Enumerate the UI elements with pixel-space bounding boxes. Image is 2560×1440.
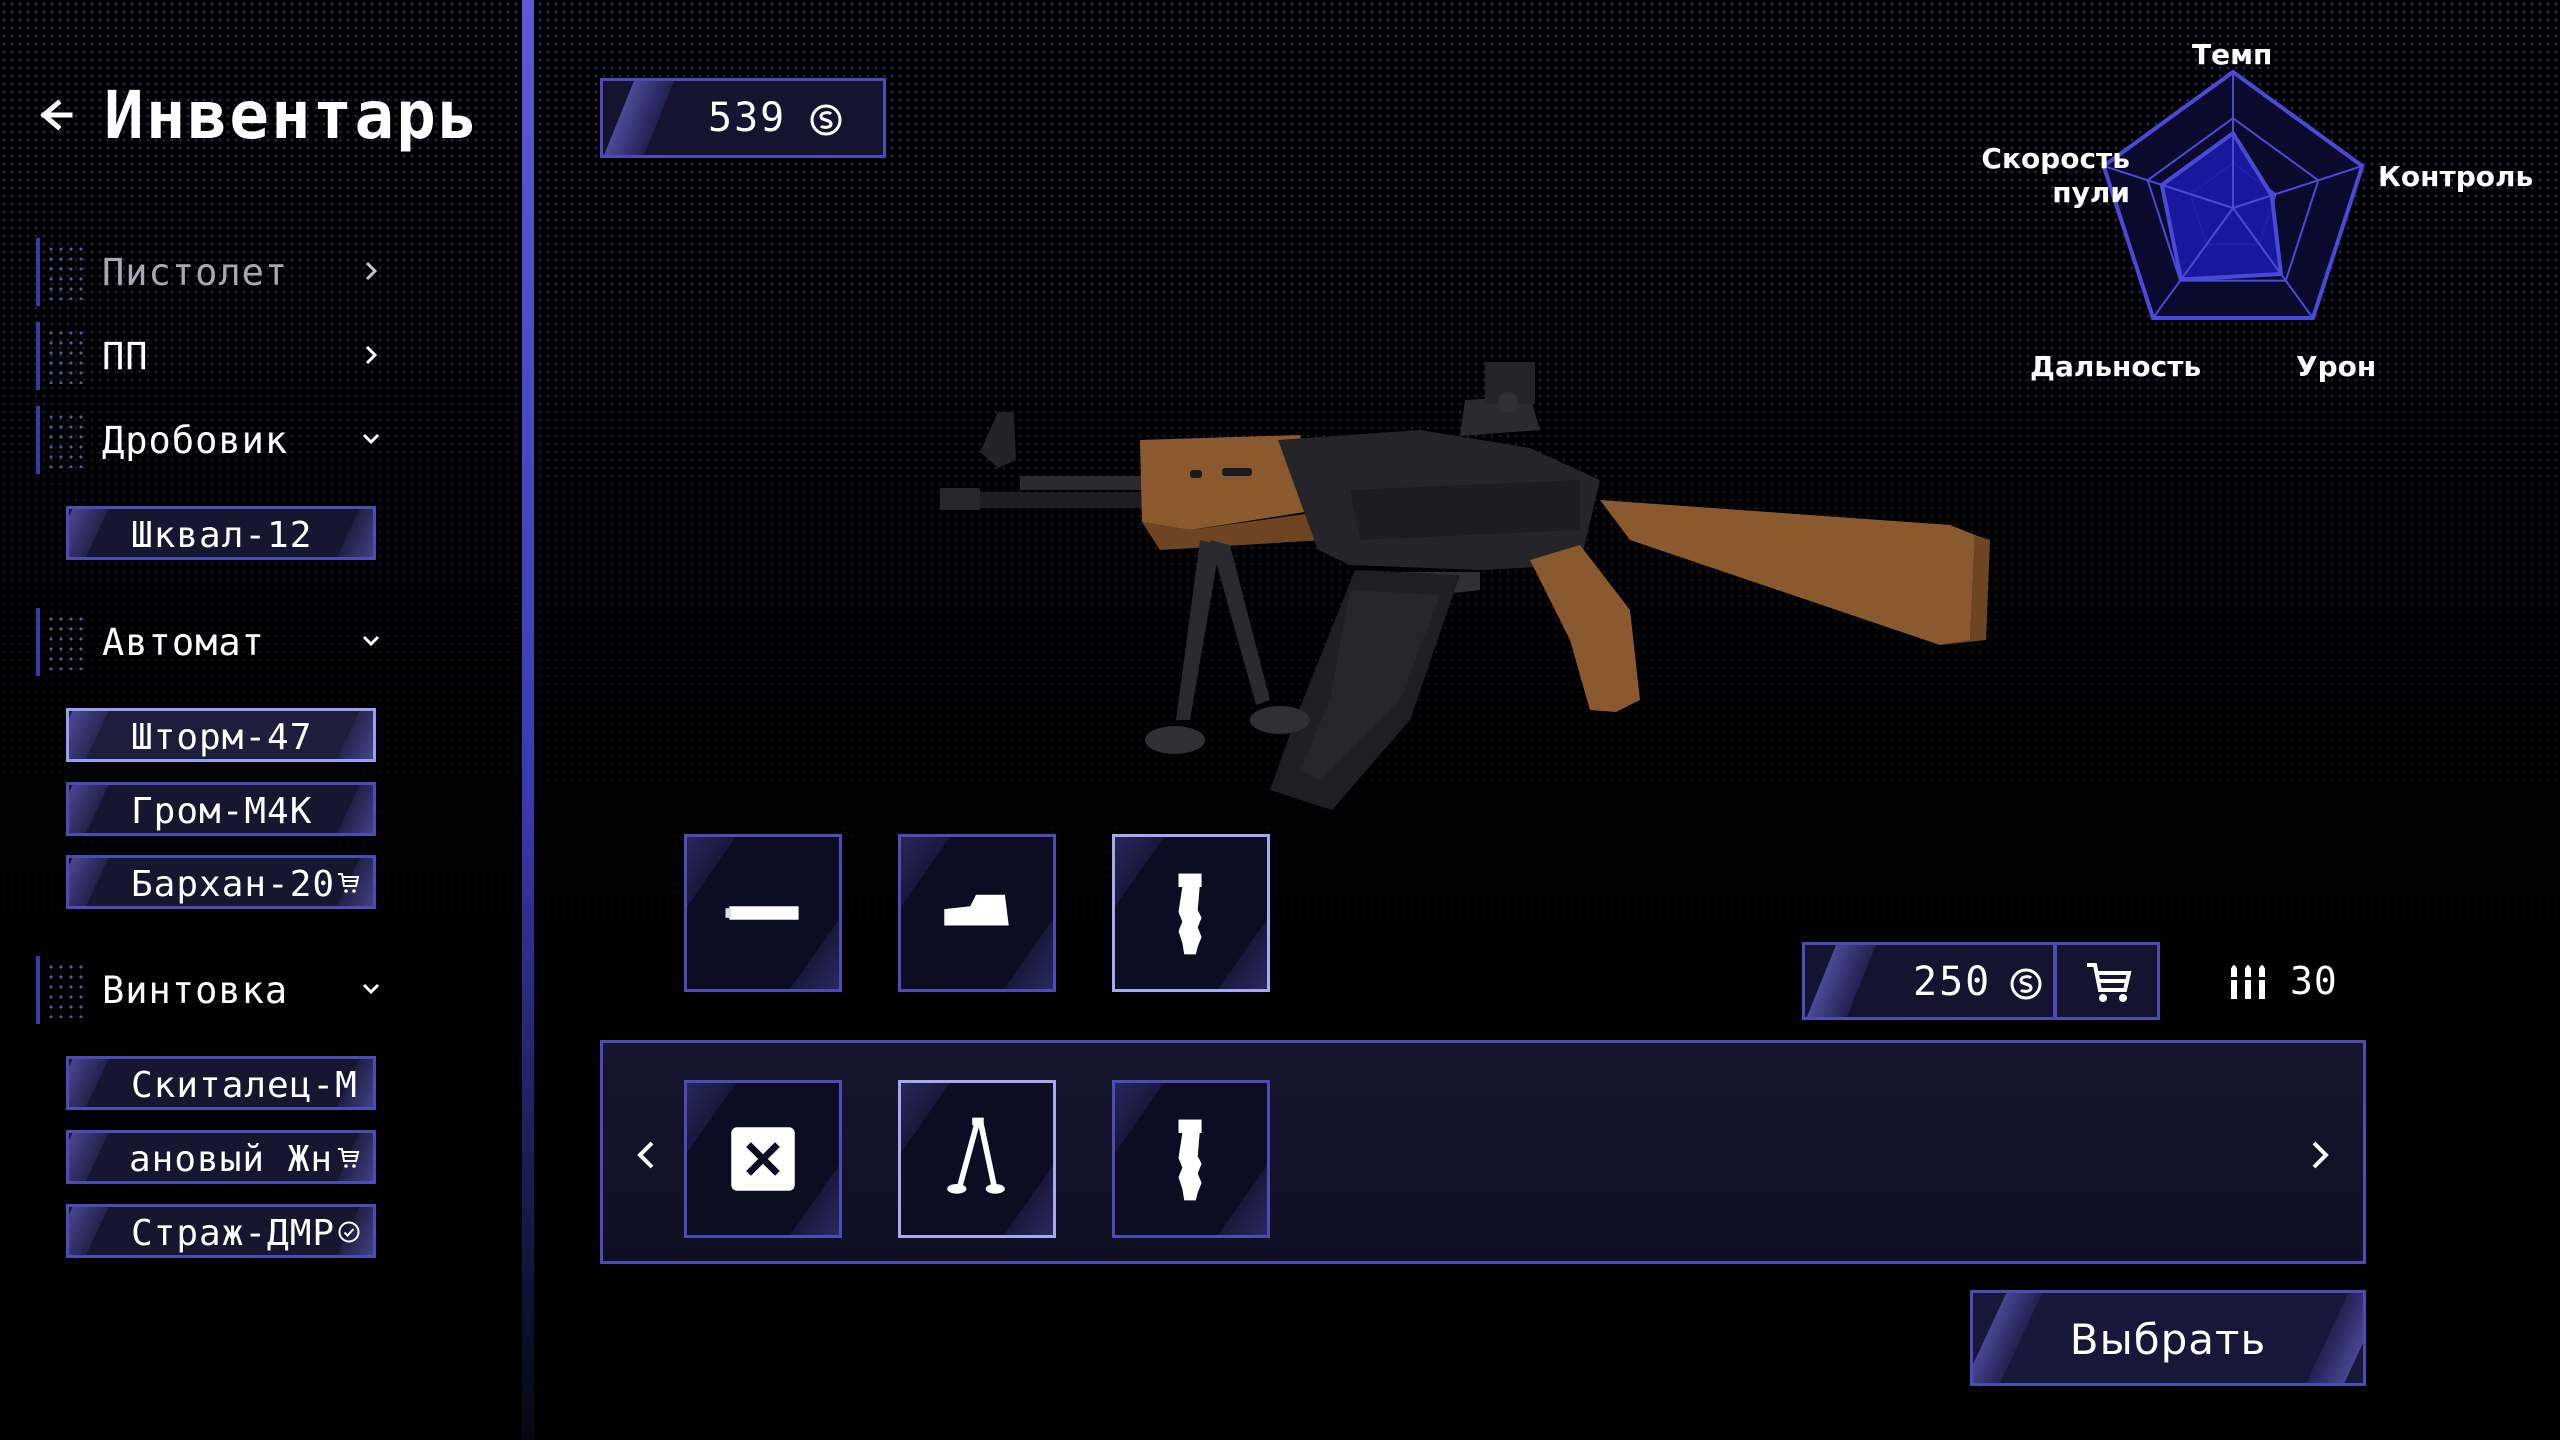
category-dots — [46, 244, 86, 300]
coin-icon — [2010, 968, 2042, 1000]
price-amount: 250 — [1913, 959, 1992, 1005]
coin-icon — [810, 104, 842, 136]
weapon-button[interactable]: Бархан-20 — [66, 855, 376, 909]
weapon-label: Страж-ДМР — [131, 1213, 336, 1254]
grip-icon — [1178, 1119, 1202, 1201]
category-label: Дробовик — [102, 418, 289, 462]
radar-label-bullet-speed-line1: Скорость — [1981, 142, 2130, 175]
category-shotgun[interactable]: Дробовик — [36, 406, 386, 474]
carousel-item-remove[interactable] — [684, 1080, 842, 1238]
category-label: Автомат — [102, 620, 265, 664]
category-assault-rifle[interactable]: Автомат — [36, 608, 386, 676]
sight-icon — [944, 894, 1009, 926]
select-button[interactable]: Выбрать — [1970, 1290, 2366, 1386]
back-arrow-icon[interactable] — [36, 95, 76, 135]
category-marker — [36, 406, 40, 474]
attachment-carousel — [600, 1040, 2366, 1264]
category-dots — [46, 328, 86, 384]
category-dots — [46, 614, 86, 670]
weapon-label: ановый Жн — [129, 1139, 334, 1180]
remove-icon — [731, 1127, 795, 1191]
weapon-label: Шторм-47 — [131, 717, 313, 758]
radar-label-control: Контроль — [2378, 160, 2534, 193]
radar-label-temp: Темп — [2192, 38, 2273, 71]
muzzle-icon — [725, 906, 799, 920]
weapon-button[interactable]: Гром-М4К — [66, 782, 376, 836]
page-title: Инвентарь — [104, 76, 480, 154]
ammo-display: 30 — [2226, 954, 2338, 1008]
weapon-label: Гром-М4К — [131, 791, 313, 832]
chevron-down-icon — [362, 433, 380, 445]
ammo-count: 30 — [2290, 959, 2338, 1003]
weapon-button[interactable]: Шторм-47 — [66, 708, 376, 762]
cart-icon — [2087, 963, 2132, 1002]
category-pistol[interactable]: Пистолет — [36, 238, 386, 306]
attachment-slot-sight[interactable] — [898, 834, 1056, 992]
category-marker — [36, 322, 40, 390]
cart-icon — [338, 873, 360, 893]
price-display: 250 — [1802, 942, 2056, 1020]
chevron-right-icon — [365, 261, 378, 281]
attachment-slot-muzzle[interactable] — [684, 834, 842, 992]
weapon-label: Шквал-12 — [131, 515, 313, 556]
carousel-item-grip[interactable] — [1112, 1080, 1270, 1238]
category-dots — [46, 412, 86, 468]
cart-icon — [338, 1148, 360, 1168]
header: Инвентарь — [36, 70, 480, 160]
select-button-label: Выбрать — [2069, 1315, 2267, 1364]
category-label: ПП — [102, 334, 149, 378]
weapon-label: Бархан-20 — [131, 864, 336, 905]
category-label: Пистолет — [102, 250, 289, 294]
weapon-label: Скиталец-М — [131, 1065, 358, 1106]
category-smg[interactable]: ПП — [36, 322, 386, 390]
category-marker — [36, 608, 40, 676]
category-dots — [46, 962, 86, 1018]
category-rifle[interactable]: Винтовка — [36, 956, 386, 1024]
sidebar-divider — [522, 0, 534, 1440]
carousel-item-bipod[interactable] — [898, 1080, 1056, 1238]
weapon-button[interactable]: Шквал-12 — [66, 506, 376, 560]
chevron-right-icon[interactable] — [2299, 1135, 2339, 1175]
currency-display: 539 — [600, 78, 886, 158]
buy-button[interactable] — [2054, 942, 2160, 1020]
weapon-button[interactable]: Страж-ДМР — [66, 1204, 376, 1258]
grip-icon — [1178, 873, 1202, 955]
weapon-button[interactable]: ановый Жн — [66, 1130, 376, 1184]
bipod-icon — [947, 1117, 1005, 1194]
currency-amount: 539 — [708, 95, 787, 141]
check-icon — [338, 1221, 360, 1243]
weapon-preview — [940, 362, 1990, 810]
ammo-icon — [2230, 965, 2266, 999]
weapon-button[interactable]: Скиталец-М — [66, 1056, 376, 1110]
radar-label-bullet-speed-line2: пули — [2052, 176, 2130, 209]
chevron-right-icon — [365, 345, 378, 365]
attachment-slot-grip[interactable] — [1112, 834, 1270, 992]
chevron-left-icon[interactable] — [627, 1135, 667, 1175]
radar-label-damage: Урон — [2296, 350, 2377, 383]
category-marker — [36, 238, 40, 306]
category-marker — [36, 956, 40, 1024]
category-label: Винтовка — [102, 968, 289, 1012]
chevron-down-icon — [362, 635, 380, 647]
chevron-down-icon — [362, 983, 380, 995]
